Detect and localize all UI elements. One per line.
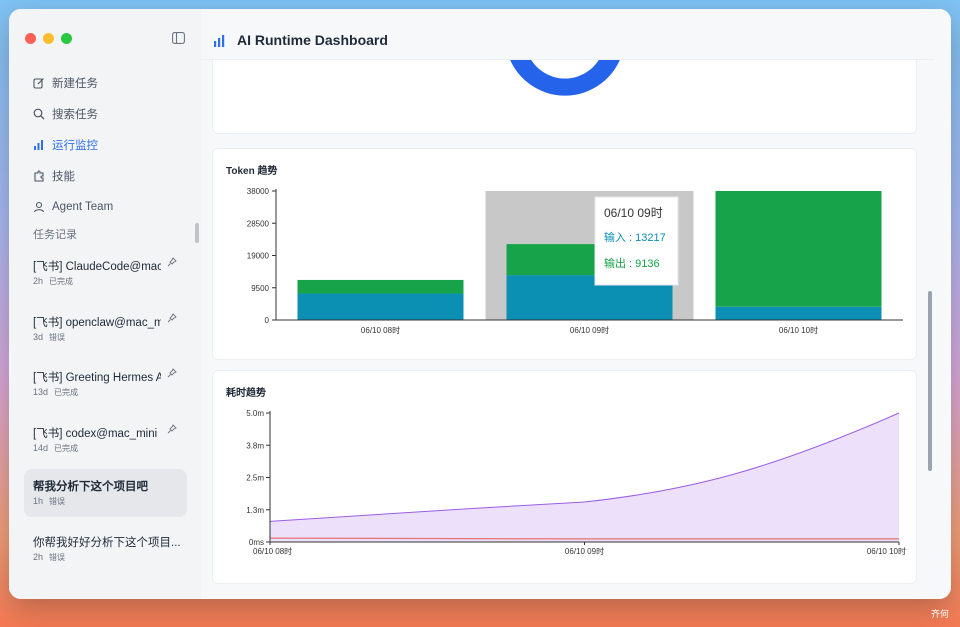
task-record-status: 错误 (49, 497, 66, 506)
task-record[interactable]: 帮我分析下这个项目吧 1h 错误 (24, 469, 187, 517)
main-panel: AI Runtime Dashboard Token 趋势 0 9500 19000… (201, 9, 951, 599)
edit-icon (33, 78, 44, 89)
app-window: 新建任务 搜索任务 运行监控 技能 Agent Team 任务记录 [飞书] C… (9, 9, 951, 599)
bar-output (715, 191, 882, 307)
duration-area (270, 413, 899, 542)
task-record[interactable]: [飞书] openclaw@mac_mini 3d 错误 (24, 305, 187, 353)
x-tick-label: 06/10 08时 (253, 546, 292, 556)
task-record[interactable]: [飞书] Greeting Hermes Agent 13d 已完成 (24, 360, 187, 408)
y-tick-label: 9500 (251, 284, 269, 293)
bar-input (297, 293, 464, 320)
task-history-label: 任务记录 (33, 229, 77, 241)
bar-output (297, 279, 464, 294)
task-record-meta: 13d 已完成 (33, 387, 84, 398)
tooltip-output: 输出 : 9136 (604, 256, 660, 270)
sidebar: 新建任务 搜索任务 运行监控 技能 Agent Team 任务记录 [飞书] C… (9, 9, 201, 599)
search-icon (33, 108, 45, 120)
nav-run-monitor[interactable]: 运行监控 (33, 135, 98, 155)
pin-icon[interactable] (167, 257, 177, 267)
sidebar-toggle-icon[interactable] (172, 32, 185, 44)
duration-trend-chart: 0ms 1.3m 2.5m 3.8m 5.0m 06/10 08时 06/10 09时 06/… (246, 409, 906, 556)
y-tick-label: 19000 (247, 252, 270, 261)
task-record-title: 帮我分析下这个项目吧 (33, 481, 148, 493)
task-record-age: 2h (33, 552, 44, 562)
task-record-age: 2h (33, 276, 44, 286)
task-record-meta: 1h 错误 (33, 496, 71, 507)
task-record[interactable]: [飞书] codex@mac_mini 14d 已完成 (24, 416, 187, 464)
pin-icon[interactable] (167, 313, 177, 323)
dashboard-content: Token 趋势 0 9500 19000 28500 38000 06/10 08时 06… (201, 60, 934, 599)
task-record-title: 你帮我好好分析下这个项目... (33, 537, 181, 549)
y-tick-label: 28500 (247, 219, 270, 228)
donut-card (212, 60, 917, 134)
puzzle-icon (34, 170, 44, 182)
nav-search-task[interactable]: 搜索任务 (33, 104, 98, 124)
nav-skills-label: 技能 (52, 171, 75, 183)
nav-agent-team-label: Agent Team (52, 201, 114, 213)
task-record-age: 3d (33, 332, 44, 342)
task-record-title: [飞书] codex@mac_mini (33, 428, 158, 440)
donut-chart (510, 60, 620, 96)
donut-segment (510, 60, 620, 96)
x-tick-label: 06/10 10时 (779, 325, 818, 335)
tooltip-input: 输入 : 13217 (604, 230, 666, 244)
y-tick-label: 3.8m (246, 441, 264, 450)
bar-chart-icon (34, 140, 43, 150)
page-title: AI Runtime Dashboard (237, 32, 388, 48)
task-record-meta: 3d 错误 (33, 332, 71, 343)
task-record-age: 14d (33, 443, 49, 453)
header: AI Runtime Dashboard (201, 23, 934, 60)
task-record-status: 错误 (49, 333, 66, 342)
token-trend-card: Token 趋势 0 9500 19000 28500 38000 06/10 08时 06… (212, 148, 917, 360)
x-tick-label: 06/10 10时 (867, 546, 906, 556)
task-record-title: [飞书] ClaudeCode@mac_mini (33, 261, 161, 273)
bar-input (715, 306, 882, 320)
nav-new-task-label: 新建任务 (52, 78, 98, 90)
task-record-meta: 2h 错误 (33, 552, 71, 563)
bar-chart-icon (214, 35, 225, 47)
watermark: 齐何 (931, 609, 950, 619)
task-record[interactable]: 你帮我好好分析下这个项目... 2h 错误 (24, 525, 187, 573)
task-record-meta: 14d 已完成 (33, 443, 84, 454)
maximize-window-button[interactable] (61, 33, 72, 44)
task-record-title: [飞书] openclaw@mac_mini (33, 317, 161, 329)
task-record-status: 已完成 (54, 444, 79, 453)
team-icon (33, 201, 45, 213)
task-record-status: 已完成 (54, 388, 79, 397)
y-tick-label: 0ms (249, 538, 264, 547)
task-record-status: 错误 (49, 553, 66, 562)
nav-search-task-label: 搜索任务 (52, 109, 98, 121)
y-tick-label: 0 (265, 316, 270, 325)
nav-run-monitor-label: 运行监控 (52, 140, 98, 152)
pin-icon[interactable] (167, 368, 177, 378)
minimize-window-button[interactable] (43, 33, 54, 44)
duration-trend-card: 耗时趋势 0ms 1.3m 2.5m 3.8m 5.0m 06/10 08时 06/10 0… (212, 370, 917, 584)
nav-skills[interactable]: 技能 (33, 166, 75, 186)
task-record[interactable]: [飞书] ClaudeCode@mac_mini 2h 已完成 (24, 249, 187, 297)
task-record-title: [飞书] Greeting Hermes Agent (33, 372, 161, 384)
task-record-age: 1h (33, 496, 44, 506)
y-tick-label: 5.0m (246, 409, 264, 418)
token-trend-chart: 0 9500 19000 28500 38000 06/10 08时 06/10 09时 06… (247, 187, 903, 335)
nav-new-task[interactable]: 新建任务 (33, 73, 98, 93)
y-tick-label: 38000 (247, 187, 270, 196)
task-record-age: 13d (33, 387, 49, 397)
x-tick-label: 06/10 09时 (565, 546, 604, 556)
nav-agent-team[interactable]: Agent Team (33, 197, 113, 217)
tooltip-title: 06/10 09时 (604, 206, 663, 220)
close-window-button[interactable] (25, 33, 36, 44)
y-tick-label: 1.3m (246, 506, 264, 515)
main-scrollbar[interactable] (928, 291, 932, 471)
pin-icon[interactable] (167, 424, 177, 434)
sidebar-scrollbar[interactable] (195, 223, 199, 243)
task-record-meta: 2h 已完成 (33, 276, 79, 287)
task-record-status: 已完成 (49, 277, 74, 286)
x-tick-label: 06/10 08时 (361, 325, 400, 335)
y-tick-label: 2.5m (246, 474, 264, 483)
x-tick-label: 06/10 09时 (570, 325, 609, 335)
